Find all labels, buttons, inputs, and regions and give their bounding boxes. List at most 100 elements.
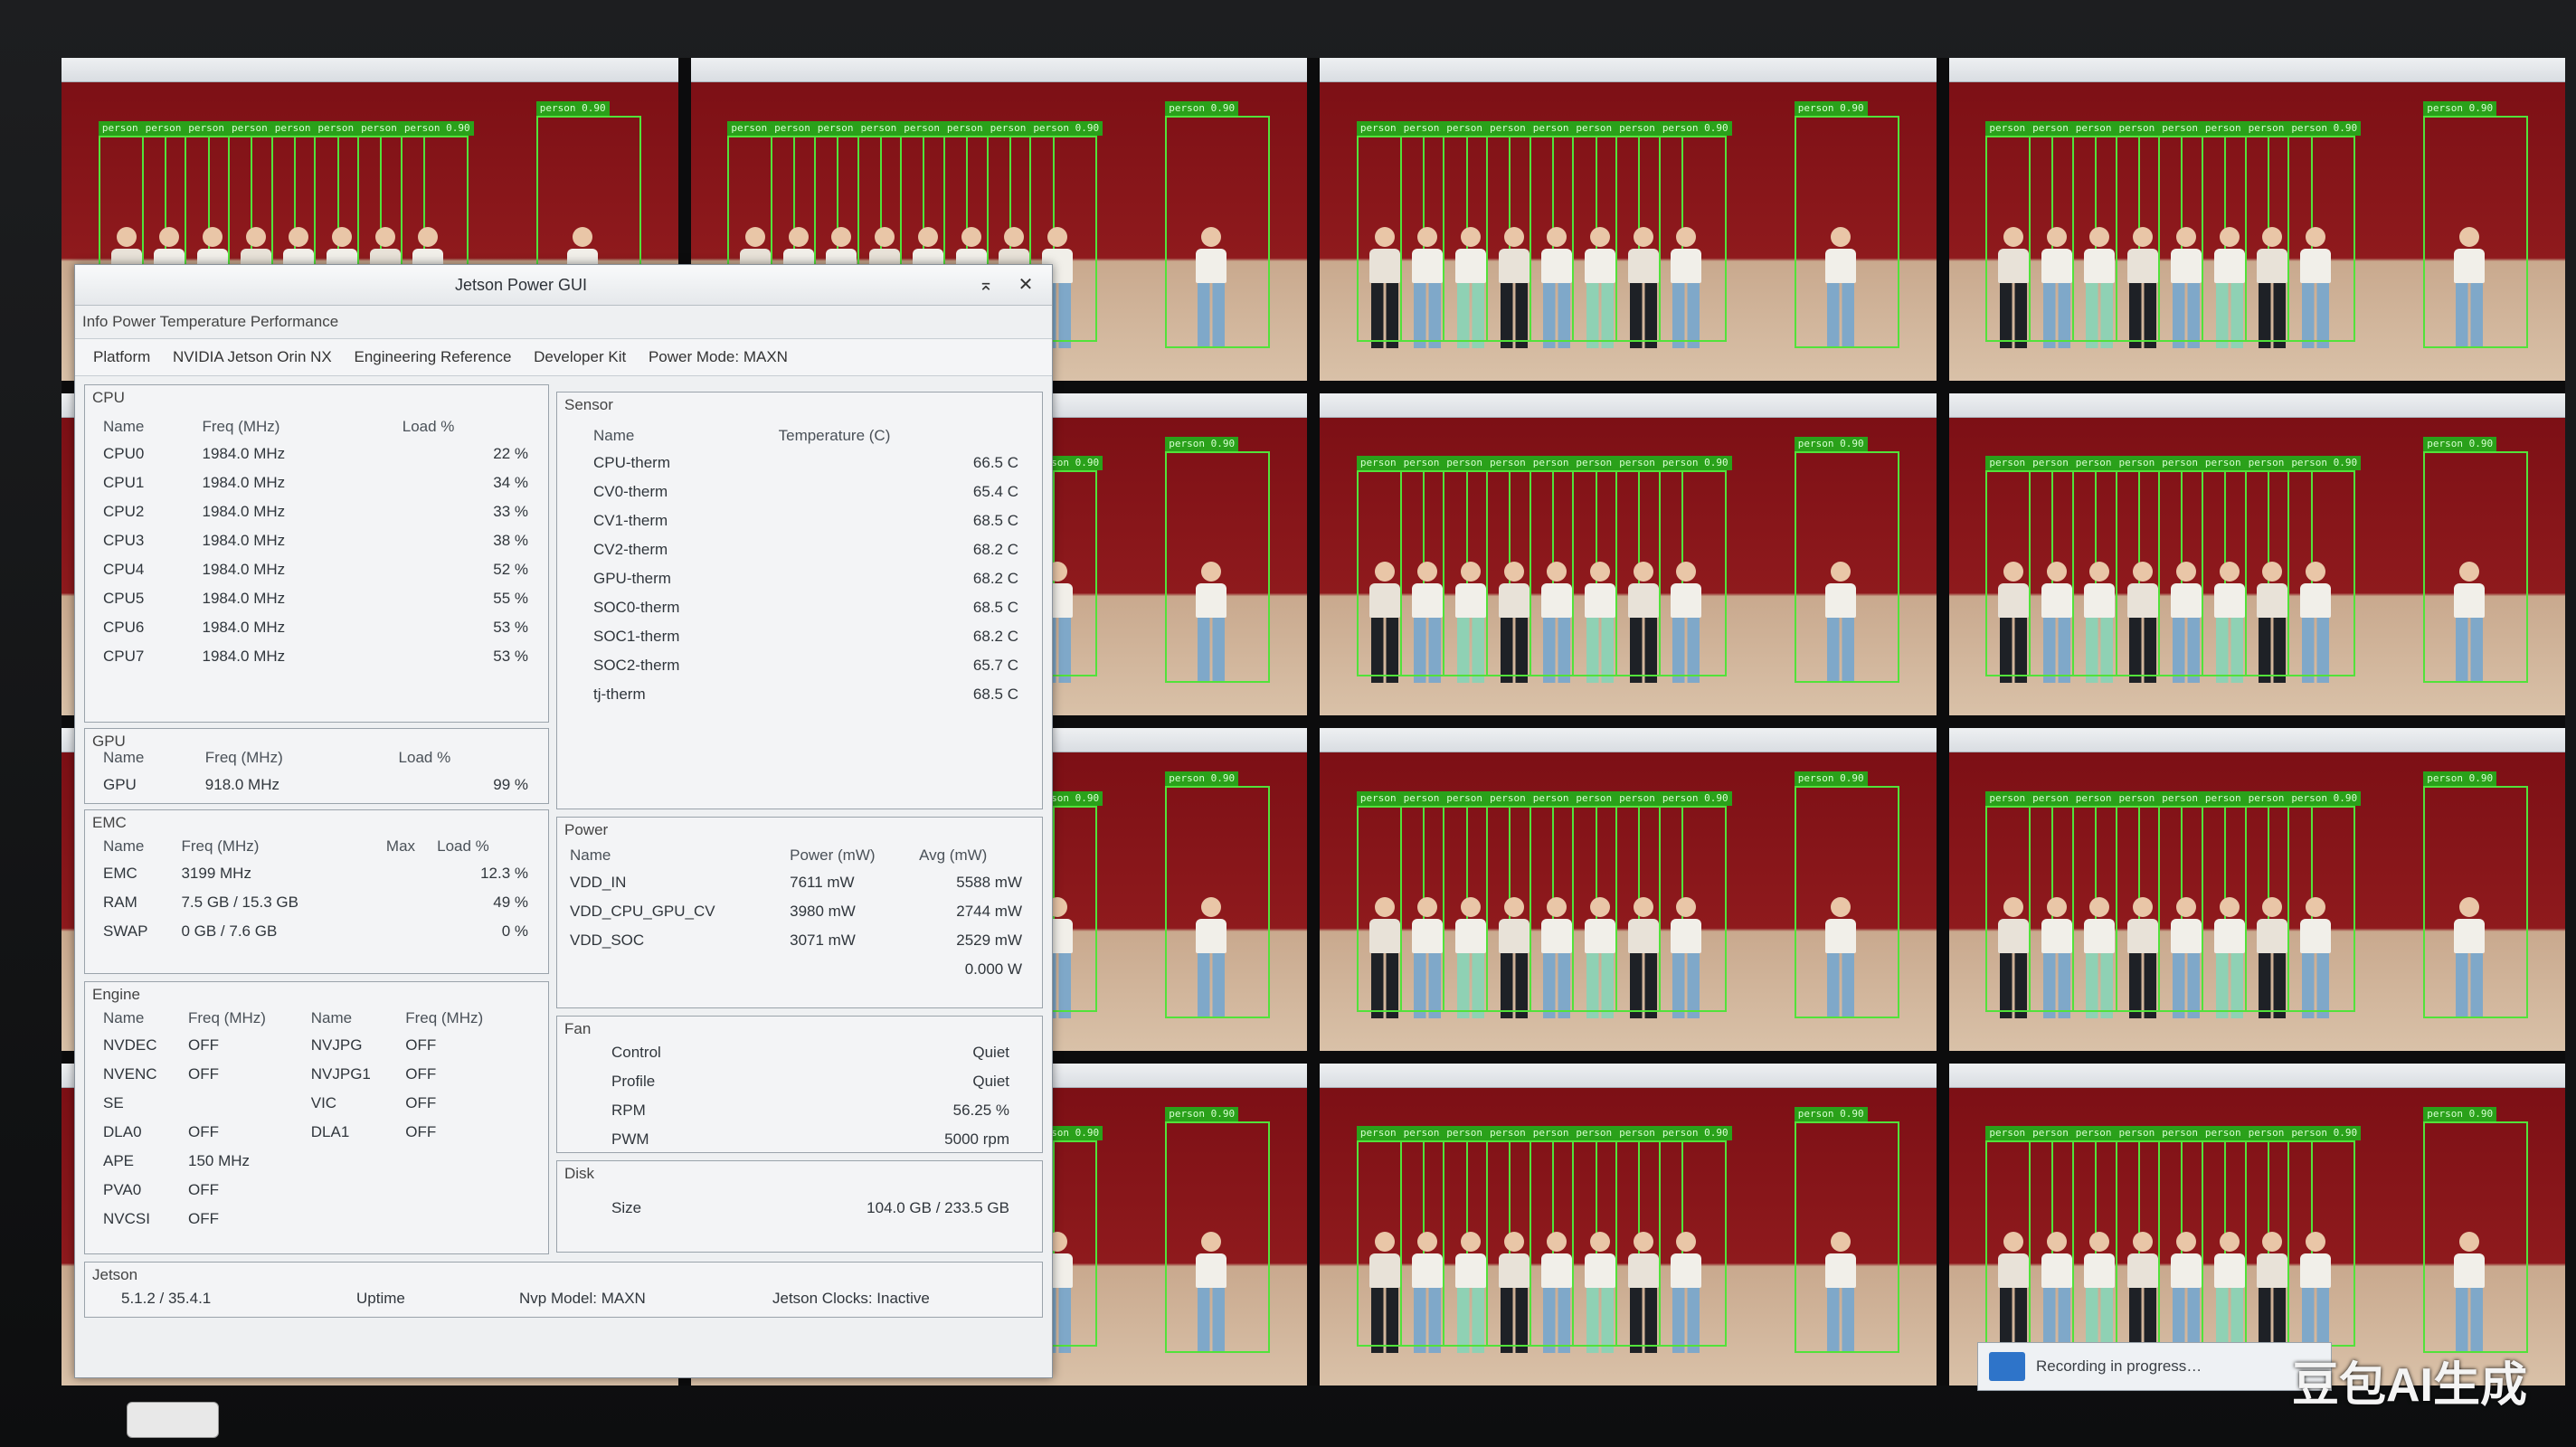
engine-panel-header: Engine: [92, 986, 140, 1003]
status-panel-header: Jetson: [92, 1266, 138, 1283]
table-row: CPU3 1984.0 MHz 38 %: [103, 526, 528, 555]
table-row: SOC2-therm 65.7 C: [593, 651, 1018, 680]
table-cell: 68.2 C: [972, 541, 1018, 558]
camera-tile[interactable]: person 0.90person 0.90person 0.90person …: [1948, 728, 2565, 1051]
column-header[interactable]: Max: [386, 834, 437, 859]
table-cell: 68.5 C: [972, 512, 1018, 529]
detection-label: person 0.90: [2423, 436, 2497, 451]
status-jetson-clocks: Jetson Clocks: Inactive: [772, 1290, 930, 1307]
table-cell: OFF: [405, 1123, 437, 1140]
disk-panel: Disk Size 104.0 GB / 233.5 GB: [556, 1160, 1043, 1253]
table-cell: PWM: [611, 1130, 649, 1148]
close-button[interactable]: ✕: [1012, 272, 1039, 298]
column-header[interactable]: Avg (mW): [919, 843, 1022, 868]
table-row: NVDEC OFF NVJPG OFF: [103, 1031, 528, 1060]
table-cell: PVA0: [103, 1181, 142, 1198]
detection-label: person 0.90: [1165, 1106, 1239, 1121]
table-cell: Quiet: [972, 1044, 1009, 1061]
table-cell: VIC: [310, 1094, 337, 1111]
table-cell: NVJPG: [310, 1036, 363, 1054]
column-header[interactable]: Freq (MHz): [202, 414, 402, 440]
column-header[interactable]: Name: [103, 1006, 188, 1031]
column-header[interactable]: Name: [103, 414, 202, 440]
tile-titlebar: [62, 58, 678, 82]
column-header[interactable]: Name: [593, 423, 779, 449]
window-titlebar[interactable]: Jetson Power GUI ⌅ ✕: [75, 265, 1052, 306]
engine-table: Name Freq (MHz) Name Freq (MHz) NVDEC OFF NVJP…: [103, 1006, 528, 1234]
table-cell: SOC2-therm: [593, 657, 680, 674]
camera-tile[interactable]: person 0.90person 0.90person 0.90person …: [1320, 392, 1937, 715]
camera-tile[interactable]: person 0.90person 0.90person 0.90person …: [1320, 1063, 1937, 1386]
tile-titlebar: [1320, 728, 1937, 752]
table-row: tj-therm 68.5 C: [593, 680, 1018, 709]
detection-label: person 0.90: [1165, 101, 1239, 117]
column-header[interactable]: Freq (MHz): [181, 834, 385, 859]
table-row: RAM 7.5 GB / 15.3 GB 49 %: [103, 888, 528, 917]
disk-table: Size 104.0 GB / 233.5 GB: [611, 1194, 1009, 1223]
camera-tile[interactable]: person 0.90person 0.90person 0.90person …: [1320, 728, 1937, 1051]
column-header[interactable]: Name: [103, 834, 181, 859]
column-header[interactable]: Load %: [399, 745, 528, 771]
table-cell: 55 %: [493, 590, 528, 607]
camera-tile[interactable]: person 0.90person 0.90person 0.90person …: [1948, 392, 2565, 715]
recording-notification[interactable]: Recording in progress…: [1977, 1342, 2332, 1391]
table-row: PVA0 OFF: [103, 1176, 528, 1205]
sensor-panel: Sensor Name Temperature (C) CPU-therm 66.5 …: [556, 392, 1043, 809]
monitor-power-button[interactable]: [127, 1402, 219, 1438]
camera-tile[interactable]: person 0.90person 0.90person 0.90person …: [1948, 1063, 2565, 1386]
table-cell: [570, 955, 790, 984]
table-cell: 99 %: [493, 776, 528, 793]
window-title: Jetson Power GUI: [455, 276, 588, 294]
detection-box: person 0.90: [2287, 456, 2362, 677]
column-header[interactable]: Name: [311, 1006, 405, 1031]
table-row: CPU1 1984.0 MHz 34 %: [103, 468, 528, 497]
detection-box: person 0.90: [1165, 101, 1271, 348]
tile-titlebar: [690, 58, 1307, 82]
cpu-table: Name Freq (MHz) Load % CPU0 1984.0 MHz 22 % CP…: [103, 414, 528, 671]
detection-label: person 0.90: [2423, 101, 2497, 117]
table-cell: 1984.0 MHz: [202, 532, 286, 549]
column-header[interactable]: Freq (MHz): [205, 745, 399, 771]
table-row: CPU0 1984.0 MHz 22 %: [103, 440, 528, 468]
column-header[interactable]: Name: [103, 745, 205, 771]
engine-panel: Engine Name Freq (MHz) Name Freq (MHz) NVDEC…: [84, 981, 549, 1254]
tile-titlebar: [1320, 58, 1937, 82]
column-header[interactable]: Power (mW): [790, 843, 919, 868]
table-cell: NVCSI: [103, 1210, 150, 1227]
table-cell: [405, 1176, 528, 1205]
detection-box: person 0.90: [2423, 1106, 2529, 1354]
table-row: NVCSI OFF: [103, 1205, 528, 1234]
table-cell: CV2-therm: [593, 541, 668, 558]
table-cell: Profile: [611, 1073, 656, 1090]
column-header[interactable]: Freq (MHz): [405, 1006, 528, 1031]
system-monitor-window[interactable]: Jetson Power GUI ⌅ ✕ Info Power Temperat…: [74, 264, 1053, 1378]
sensor-table: Name Temperature (C) CPU-therm 66.5 C CV0-th…: [593, 423, 1018, 709]
column-header[interactable]: Load %: [437, 834, 528, 859]
gpu-panel: GPU Name Freq (MHz) Load % GPU 918.0 MHz 99 %: [84, 728, 549, 804]
detection-label: person 0.90: [1029, 120, 1103, 136]
table-cell: OFF: [188, 1036, 219, 1054]
table-cell: SWAP: [103, 922, 148, 940]
table-cell: 7611 mW: [790, 874, 855, 891]
window-tabs[interactable]: Info Power Temperature Performance: [75, 306, 1052, 339]
detection-box: person 0.90: [1165, 436, 1271, 684]
table-cell: CV1-therm: [593, 512, 668, 529]
table-cell: [386, 917, 437, 946]
camera-tile[interactable]: person 0.90person 0.90person 0.90person …: [1320, 58, 1937, 381]
table-row: Size 104.0 GB / 233.5 GB: [611, 1194, 1009, 1223]
column-header[interactable]: Name: [570, 843, 790, 868]
table-cell: Quiet: [972, 1073, 1009, 1090]
detection-label: person 0.90: [400, 120, 474, 136]
detection-box: person 0.90: [1794, 1106, 1899, 1354]
table-cell: CPU5: [103, 590, 145, 607]
table-cell: 68.5 C: [972, 599, 1018, 616]
column-header[interactable]: Freq (MHz): [188, 1006, 311, 1031]
restore-button[interactable]: ⌅: [972, 272, 999, 298]
table-cell: 104.0 GB / 233.5 GB: [867, 1199, 1009, 1216]
detection-box: person 0.90: [1658, 1126, 1732, 1348]
sensor-panel-header: Sensor: [564, 396, 613, 413]
column-header[interactable]: Temperature (C): [779, 423, 1018, 449]
camera-tile[interactable]: person 0.90person 0.90person 0.90person …: [1948, 58, 2565, 381]
table-cell: 1984.0 MHz: [202, 445, 286, 462]
column-header[interactable]: Load %: [402, 414, 528, 440]
